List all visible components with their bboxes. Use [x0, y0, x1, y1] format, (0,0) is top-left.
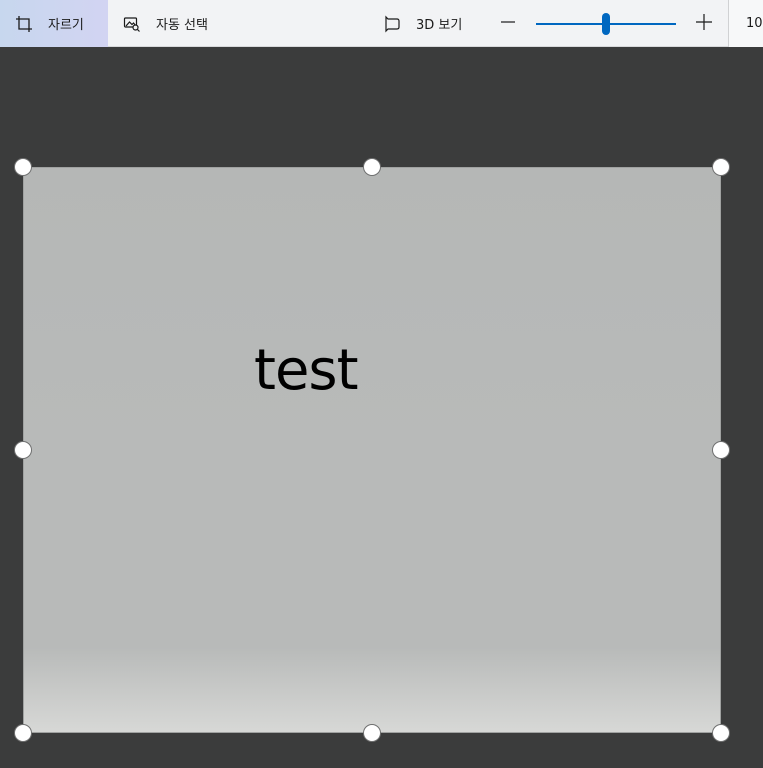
view-3d-button[interactable]: 3D 보기: [382, 0, 482, 47]
crop-handle-right[interactable]: [712, 441, 730, 459]
crop-icon: [14, 14, 34, 34]
crop-handle-top-right[interactable]: [712, 158, 730, 176]
zoom-percentage[interactable]: 100%: [728, 0, 763, 47]
zoom-in-icon: [695, 13, 713, 35]
crop-handle-top-left[interactable]: [14, 158, 32, 176]
crop-handle-top[interactable]: [363, 158, 381, 176]
view-3d-button-label: 3D 보기: [416, 18, 463, 33]
toolbar: 자르기 자동 선택 3D 보기 10: [0, 0, 763, 47]
view-3d-icon: [382, 14, 402, 34]
zoom-out-button[interactable]: [496, 12, 520, 36]
crop-handle-bottom[interactable]: [363, 724, 381, 742]
crop-handle-bottom-left[interactable]: [14, 724, 32, 742]
image-text: test: [254, 338, 359, 403]
zoom-in-button[interactable]: [692, 12, 716, 36]
auto-select-icon: [122, 14, 142, 34]
crop-button[interactable]: 자르기: [0, 0, 108, 47]
auto-select-button-label: 자동 선택: [156, 18, 208, 33]
zoom-slider-thumb[interactable]: [602, 13, 610, 35]
crop-handle-bottom-right[interactable]: [712, 724, 730, 742]
zoom-out-icon: [500, 14, 516, 34]
crop-button-label: 자르기: [48, 18, 84, 33]
crop-handle-left[interactable]: [14, 441, 32, 459]
zoom-slider[interactable]: [536, 12, 676, 36]
cropped-image[interactable]: test: [23, 167, 721, 733]
auto-select-button[interactable]: 자동 선택: [122, 0, 232, 47]
